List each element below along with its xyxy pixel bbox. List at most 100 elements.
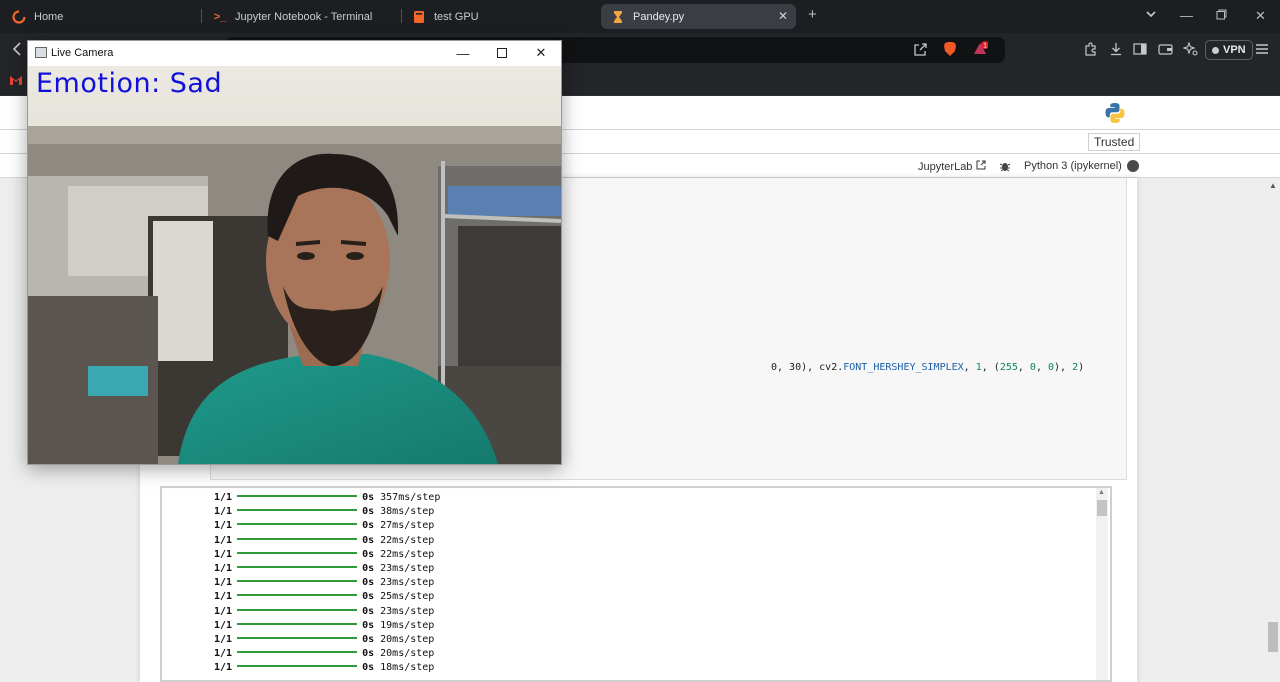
elapsed-time: 0s — [362, 648, 375, 660]
menu-icon[interactable] — [1255, 42, 1269, 58]
window-app-icon — [35, 47, 47, 58]
leo-ai-icon[interactable] — [1182, 41, 1198, 59]
output-line: 1/1 0s 22ms/step — [214, 534, 434, 548]
camera-window-title: Live Camera — [51, 47, 114, 59]
tab-label: Jupyter Notebook - Terminal — [235, 10, 373, 23]
extensions-icon[interactable] — [1084, 42, 1098, 59]
tab-divider — [201, 9, 202, 23]
elapsed-time: 0s — [362, 634, 375, 645]
notebook-icon — [412, 10, 426, 24]
gmail-icon[interactable] — [9, 73, 23, 91]
step-rate: 19ms/step — [380, 619, 435, 631]
step-count: 1/1 — [214, 662, 233, 674]
output-line: 1/1 0s 20ms/step — [214, 633, 434, 647]
tab-terminal[interactable]: >_ Jupyter Notebook - Terminal — [203, 4, 399, 29]
progress-bar — [237, 622, 358, 625]
share-icon[interactable] — [913, 42, 928, 59]
tab-pandey-py[interactable]: Pandey.py ✕ — [601, 4, 796, 29]
output-line: 1/1 0s 357ms/step — [214, 491, 440, 505]
close-window-icon[interactable]: ✕ — [1255, 8, 1266, 24]
vpn-button[interactable]: VPN — [1205, 40, 1253, 60]
elapsed-time: 0s — [362, 563, 375, 574]
step-count: 1/1 — [214, 563, 233, 574]
step-rate: 20ms/step — [380, 648, 435, 660]
output-line: 1/1 0s 38ms/step — [214, 505, 434, 519]
close-tab-icon[interactable]: ✕ — [778, 9, 788, 23]
debugger-bug-icon[interactable] — [999, 160, 1011, 175]
vpn-label: VPN — [1223, 44, 1246, 56]
output-line: 1/1 0s 23ms/step — [214, 605, 434, 619]
python-logo-icon — [1104, 102, 1126, 129]
step-rate: 23ms/step — [380, 563, 435, 574]
brave-shield-icon[interactable] — [943, 41, 957, 60]
close-icon[interactable]: ✕ — [526, 44, 556, 62]
camera-feed: Emotion: Sad — [28, 66, 561, 464]
step-count: 1/1 — [214, 534, 233, 546]
step-count: 1/1 — [214, 648, 233, 660]
scroll-up-icon[interactable]: ▲ — [1269, 181, 1277, 190]
kernel-name[interactable]: Python 3 (ipykernel) — [1024, 160, 1122, 172]
tab-label: Home — [34, 10, 64, 23]
progress-bar — [237, 637, 358, 639]
progress-bar — [237, 580, 358, 583]
minimize-icon[interactable]: — — [448, 44, 478, 62]
step-count: 1/1 — [214, 548, 233, 560]
elapsed-time: 0s — [362, 662, 375, 674]
step-rate: 20ms/step — [380, 634, 435, 645]
output-scrollbar-thumb[interactable] — [1097, 500, 1107, 516]
elapsed-time: 0s — [362, 605, 375, 617]
download-icon[interactable] — [1109, 42, 1123, 59]
page-scrollbar[interactable]: ▲ — [1266, 178, 1280, 682]
output-line: 1/1 0s 23ms/step — [214, 562, 434, 576]
tab-home[interactable]: Home — [2, 4, 198, 29]
output-line: 1/1 0s 22ms/step — [214, 548, 434, 562]
progress-bar — [237, 537, 358, 540]
live-camera-window[interactable]: Live Camera — ✕ Emotion: Sad — [27, 40, 562, 465]
back-icon[interactable] — [12, 42, 22, 59]
page-scrollbar-thumb[interactable] — [1268, 622, 1278, 652]
step-rate: 22ms/step — [380, 534, 435, 546]
brave-rewards-icon[interactable]: 1 — [972, 41, 989, 60]
minimize-icon[interactable]: — — [1180, 8, 1193, 23]
output-scrollbar[interactable]: ▲ — [1096, 488, 1108, 680]
code-line: 0, 30), cv2.FONT_HERSHEY_SIMPLEX, 1, (25… — [771, 362, 1085, 373]
maximize-icon[interactable] — [487, 44, 517, 62]
progress-bar — [237, 665, 358, 668]
browser-tab-bar: Home >_ Jupyter Notebook - Terminal test… — [0, 0, 1280, 33]
sidebar-icon[interactable] — [1133, 42, 1147, 59]
terminal-icon: >_ — [213, 10, 227, 23]
wallet-icon[interactable] — [1158, 42, 1173, 59]
camera-titlebar[interactable]: Live Camera — ✕ — [28, 41, 561, 66]
camera-frame-image — [28, 66, 561, 464]
elapsed-time: 0s — [362, 506, 375, 518]
step-count: 1/1 — [214, 634, 233, 645]
tab-label: test GPU — [434, 10, 479, 23]
output-line: 1/1 0s 25ms/step — [214, 590, 434, 604]
progress-bar — [237, 495, 358, 497]
progress-bar — [237, 651, 358, 654]
output-line: 1/1 0s 23ms/step — [214, 576, 434, 590]
step-rate: 357ms/step — [380, 492, 441, 503]
jupyterlab-link[interactable]: JupyterLab — [918, 160, 986, 173]
elapsed-time: 0s — [362, 492, 375, 503]
new-tab-icon[interactable]: + — [808, 6, 817, 23]
jupyterlab-label: JupyterLab — [918, 161, 973, 173]
step-count: 1/1 — [214, 577, 233, 589]
kernel-status-icon — [1127, 160, 1139, 172]
step-count: 1/1 — [214, 591, 233, 603]
step-rate: 38ms/step — [380, 506, 435, 518]
step-rate: 22ms/step — [380, 548, 435, 560]
elapsed-time: 0s — [362, 577, 375, 589]
elapsed-time: 0s — [362, 548, 375, 560]
tab-test-gpu[interactable]: test GPU — [402, 4, 598, 29]
chevron-down-icon[interactable] — [1145, 8, 1157, 23]
scroll-up-icon[interactable]: ▲ — [1098, 489, 1105, 496]
restore-icon[interactable] — [1216, 8, 1227, 23]
progress-bar — [237, 608, 358, 611]
output-line: 1/1 0s 18ms/step — [214, 661, 434, 675]
trusted-badge[interactable]: Trusted — [1088, 133, 1141, 151]
step-count: 1/1 — [214, 506, 233, 518]
elapsed-time: 0s — [362, 591, 375, 603]
step-rate: 25ms/step — [380, 591, 435, 603]
step-rate: 27ms/step — [380, 520, 435, 532]
